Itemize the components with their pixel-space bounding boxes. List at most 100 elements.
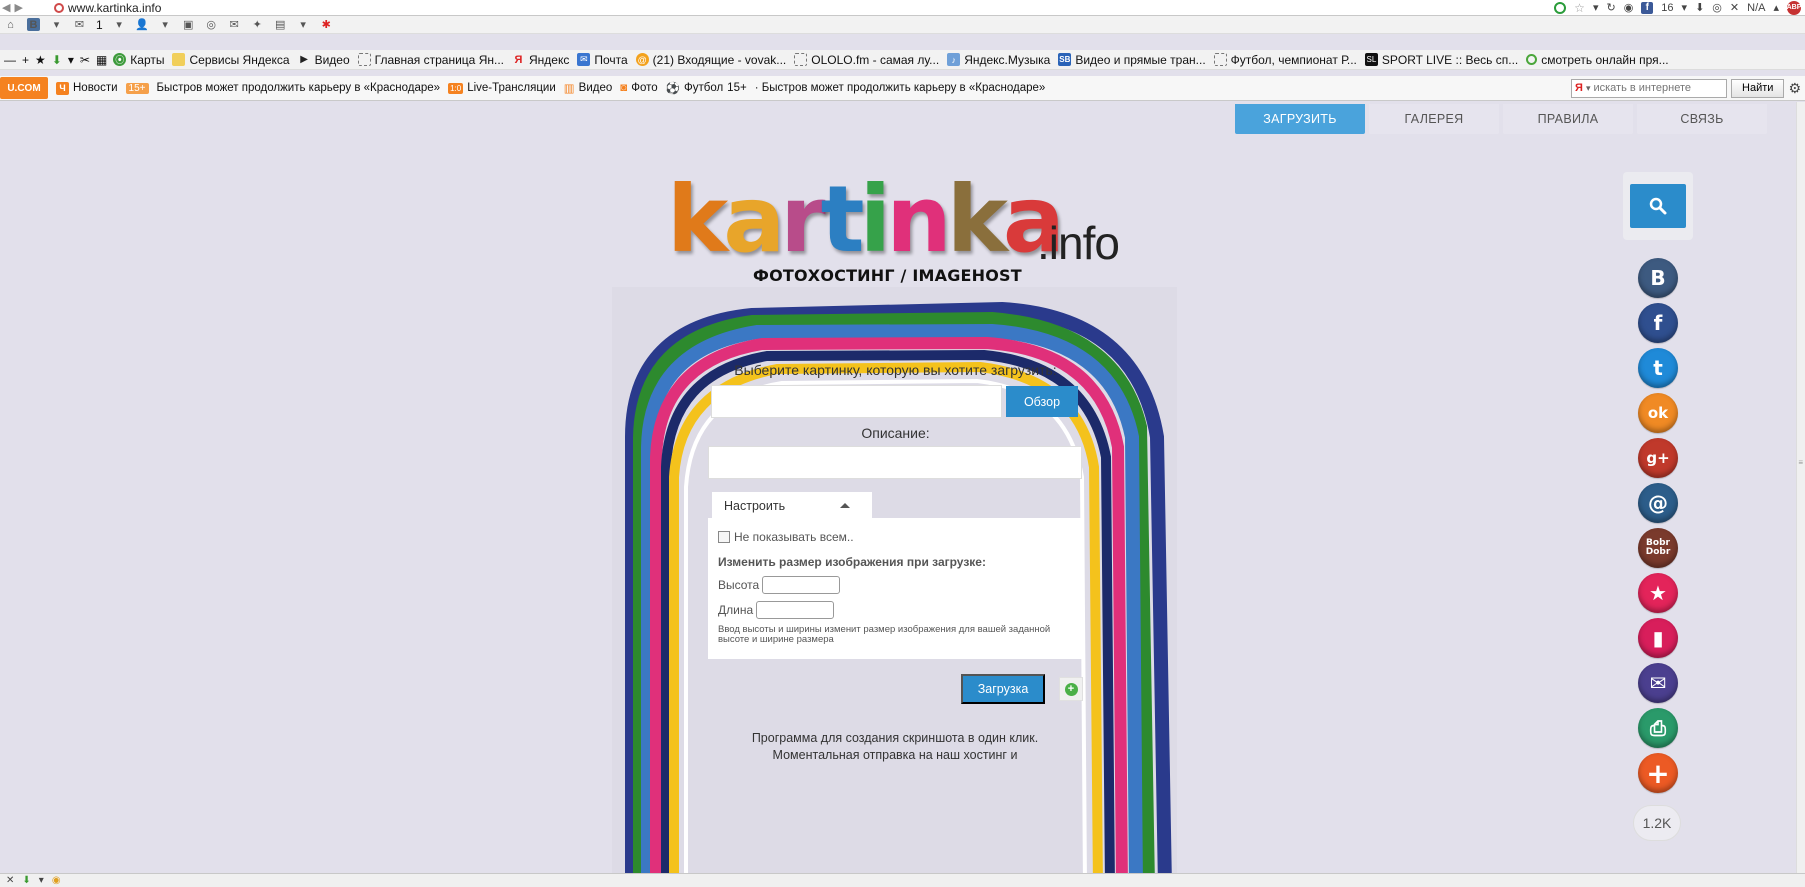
bookmark-9[interactable]: SB Видео и прямые тран...: [1058, 53, 1206, 67]
share-email-button[interactable]: ✉: [1638, 663, 1678, 703]
share-mail-ru-button[interactable]: @: [1638, 483, 1678, 523]
web-search-input[interactable]: [1593, 82, 1714, 94]
envelope-icon[interactable]: ✉: [228, 18, 241, 31]
height-input[interactable]: [762, 576, 841, 594]
bookmark-star-icon[interactable]: ☆: [1574, 1, 1585, 15]
url-input[interactable]: www.kartinka.info: [52, 1, 1432, 15]
chevron-down-icon[interactable]: ▾: [68, 53, 74, 67]
chevron-down-icon[interactable]: ▾: [1586, 83, 1591, 94]
bookmark-12[interactable]: смотреть онлайн пря...: [1526, 53, 1669, 67]
share-bookmark-button[interactable]: ▮: [1638, 618, 1678, 658]
screen-icon[interactable]: ▣: [182, 18, 195, 31]
lastfm-icon[interactable]: ✱: [320, 18, 333, 31]
news-link[interactable]: Ч Новости: [56, 81, 118, 95]
bookmark-1[interactable]: Сервисы Яндекса: [172, 53, 290, 67]
upload-submit-button[interactable]: Загрузка: [961, 674, 1045, 704]
description-input[interactable]: [708, 446, 1082, 479]
download-arrow-icon[interactable]: ⬇: [52, 53, 62, 67]
gear-icon[interactable]: ⚙: [1788, 80, 1801, 97]
dropdown-arrow-icon[interactable]: ▾: [1593, 1, 1599, 14]
nav-upload[interactable]: ЗАГРУЗИТЬ: [1235, 104, 1365, 134]
bookmark-5[interactable]: ✉ Почта: [577, 53, 628, 67]
minus-icon[interactable]: —: [4, 53, 16, 67]
home-icon[interactable]: ⌂: [4, 18, 17, 31]
bookmark-11[interactable]: SL SPORT LIVE :: Весь сп...: [1364, 53, 1518, 67]
share-google-plus-button[interactable]: g+: [1638, 438, 1678, 478]
grid-icon[interactable]: ▦: [96, 53, 107, 67]
chevron-down-icon[interactable]: ▾: [297, 18, 310, 31]
share-twitter-button[interactable]: t: [1638, 348, 1678, 388]
scroll-grip-icon[interactable]: ≡: [1798, 458, 1803, 467]
bookmark-8[interactable]: ♪ Яндекс.Музыка: [947, 53, 1050, 67]
share-favorites-button[interactable]: ★: [1638, 573, 1678, 613]
settings-panel: Не показывать всем.. Изменить размер изо…: [708, 518, 1083, 659]
hide-checkbox[interactable]: [718, 531, 730, 543]
facebook-icon[interactable]: f: [1641, 1, 1654, 14]
site-logo[interactable]: kartinka .info ФОТОХОСТИНГ / IMAGEHOST: [667, 174, 1127, 290]
bookmark-6[interactable]: @ (21) Входящие - vovak...: [635, 52, 787, 67]
bookmark-2[interactable]: ▶ Видео: [298, 53, 349, 67]
chevron-up-icon[interactable]: ▴: [1773, 1, 1779, 14]
live-link[interactable]: 1:0 Live-Трансляции: [448, 82, 556, 94]
chevron-down-icon[interactable]: ▾: [1682, 1, 1688, 14]
share-print-button[interactable]: ⎙: [1638, 708, 1678, 748]
mail-icon[interactable]: ✉: [73, 18, 86, 31]
odnoklassniki-icon: ok: [1647, 404, 1669, 422]
bookmark-add-icon[interactable]: ★: [35, 53, 46, 67]
radio-icon[interactable]: ▤: [274, 18, 287, 31]
nav-gallery[interactable]: ГАЛЕРЕЯ: [1369, 104, 1499, 134]
vertical-scrollbar[interactable]: ≡: [1796, 102, 1805, 873]
globe-status-icon[interactable]: ◉: [52, 875, 61, 886]
vk-icon[interactable]: B: [27, 18, 40, 31]
share-bobrdobr-button[interactable]: Bobr Dobr: [1638, 528, 1678, 568]
browse-button[interactable]: Обзор: [1006, 386, 1078, 417]
disc-icon[interactable]: ◎: [205, 18, 218, 31]
chevron-down-icon[interactable]: ▾: [50, 18, 63, 31]
headline-link[interactable]: Быстров может продолжить карьеру в «Крас…: [157, 82, 441, 94]
ucom-logo[interactable]: U.COM: [0, 77, 48, 99]
bookmark-7[interactable]: OLOLO.fm - самая лу...: [794, 53, 939, 67]
bookmark-0[interactable]: ⦿ Карты: [113, 53, 164, 67]
resize-hint: Ввод высоты и ширины изменит размер изоб…: [718, 624, 1051, 645]
user-icon[interactable]: 👤: [135, 18, 149, 31]
logo-subtitle: ФОТОХОСТИНГ / IMAGEHOST: [753, 266, 1022, 285]
back-icon[interactable]: ◀: [2, 1, 10, 14]
width-input[interactable]: [756, 601, 835, 619]
chevron-down-icon[interactable]: ▾: [39, 875, 44, 886]
bookmark-label: (21) Входящие - vovak...: [652, 52, 787, 67]
bookmark-10[interactable]: Футбол, чемпионат Р...: [1213, 53, 1357, 67]
weather-icon[interactable]: ✕: [1730, 1, 1739, 14]
chevron-down-icon[interactable]: ▾: [159, 18, 172, 31]
photo-link[interactable]: ◙ Фото: [620, 82, 657, 94]
extension-icon[interactable]: ◉: [1624, 1, 1634, 14]
globe-icon[interactable]: ◎: [1712, 1, 1722, 14]
bookmark-3[interactable]: Главная страница Ян...: [357, 53, 504, 67]
reload-icon[interactable]: ↻: [1606, 1, 1615, 14]
chat-icon: [1526, 54, 1538, 65]
web-search-button[interactable]: Найти: [1731, 78, 1785, 98]
plus-icon[interactable]: +: [22, 53, 29, 67]
share-vk-button[interactable]: B: [1638, 258, 1678, 298]
file-path-input[interactable]: [711, 385, 1002, 418]
chevron-down-icon[interactable]: ▾: [113, 18, 126, 31]
add-file-button[interactable]: +: [1059, 677, 1083, 701]
close-icon[interactable]: ✕: [6, 875, 14, 886]
nav-rules[interactable]: ПРАВИЛА: [1503, 104, 1633, 134]
headline-link-2[interactable]: · Быстров может продолжить карьеру в «Кр…: [755, 82, 1046, 94]
adblock-icon[interactable]: ABP: [1787, 0, 1801, 15]
addon-icon[interactable]: ⬇: [22, 875, 30, 886]
forward-icon[interactable]: ▶: [14, 1, 22, 14]
share-facebook-button[interactable]: f: [1638, 303, 1678, 343]
football-link[interactable]: ⚽ Футбол 15+: [666, 81, 747, 95]
secure-check-icon[interactable]: [1554, 1, 1567, 14]
video-link[interactable]: ▥ Видео: [564, 81, 612, 95]
twitter-icon[interactable]: ✦: [251, 18, 264, 31]
share-odnoklassniki-button[interactable]: ok: [1638, 393, 1678, 433]
settings-toggle[interactable]: Настроить: [712, 492, 872, 519]
bookmark-4[interactable]: Я Яндекс: [512, 53, 570, 67]
site-search-button[interactable]: [1630, 184, 1686, 228]
scissors-icon[interactable]: ✂: [80, 53, 90, 67]
nav-contact[interactable]: СВЯЗЬ: [1637, 104, 1767, 134]
download-icon[interactable]: ⬇: [1695, 1, 1704, 14]
share-more-button[interactable]: +: [1638, 753, 1678, 793]
